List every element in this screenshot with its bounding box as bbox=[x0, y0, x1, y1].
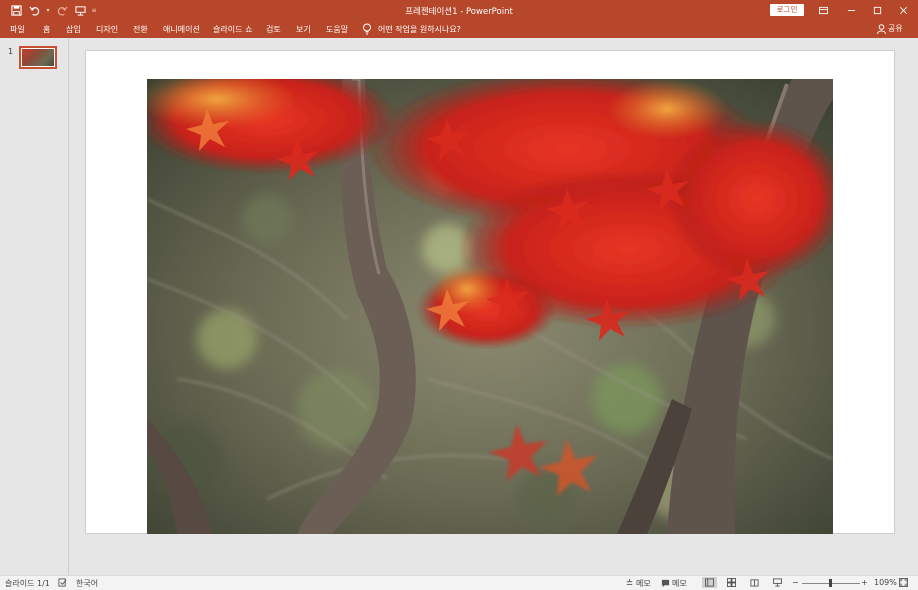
slide-thumbnail-pane: 1 bbox=[0, 38, 69, 575]
tab-insert[interactable]: 삽입 bbox=[66, 24, 81, 35]
person-icon bbox=[877, 23, 886, 34]
notes-label: 메모 bbox=[636, 579, 651, 588]
slideshow-view-icon bbox=[773, 578, 782, 587]
photo-image bbox=[147, 79, 833, 534]
proofing-icon bbox=[58, 578, 67, 587]
fit-to-window-button[interactable] bbox=[899, 578, 908, 587]
share-button[interactable]: 공유 bbox=[877, 23, 903, 34]
maximize-button[interactable] bbox=[863, 0, 891, 20]
tab-help[interactable]: 도움말 bbox=[326, 24, 348, 35]
tab-animations[interactable]: 애니메이션 bbox=[163, 24, 200, 35]
share-label: 공유 bbox=[888, 24, 903, 33]
spelling-check-button[interactable] bbox=[58, 578, 67, 587]
slide-sorter-button[interactable] bbox=[727, 578, 736, 587]
comment-icon bbox=[661, 579, 670, 588]
slide-sorter-icon bbox=[727, 578, 736, 587]
minimize-icon bbox=[847, 9, 855, 11]
language-indicator[interactable]: 한국어 bbox=[76, 578, 98, 589]
maximize-icon bbox=[873, 6, 881, 14]
thumbnail-number: 1 bbox=[8, 47, 14, 56]
tab-design[interactable]: 디자인 bbox=[96, 24, 118, 35]
slide[interactable] bbox=[85, 50, 895, 534]
normal-view-icon bbox=[705, 578, 714, 587]
zoom-level[interactable]: 109% bbox=[874, 578, 897, 587]
slide-thumbnail[interactable] bbox=[19, 46, 57, 69]
tab-file[interactable]: 파일 bbox=[10, 24, 25, 35]
close-button[interactable] bbox=[889, 0, 917, 20]
lightbulb-icon bbox=[363, 23, 371, 35]
tab-slide-show[interactable]: 슬라이드 쇼 bbox=[213, 24, 252, 35]
minimize-button[interactable] bbox=[837, 0, 865, 20]
normal-view-button[interactable] bbox=[702, 577, 717, 588]
zoom-out-button[interactable]: − bbox=[792, 578, 799, 587]
notes-icon bbox=[626, 579, 633, 585]
comments-label: 메모 bbox=[672, 579, 687, 588]
sign-in-button[interactable]: 로그인 bbox=[770, 4, 804, 16]
ribbon-tabs: 파일 홈 삽입 디자인 전환 애니메이션 슬라이드 쇼 검토 보기 도움말 어떤… bbox=[0, 20, 918, 38]
zoom-in-button[interactable]: + bbox=[861, 578, 868, 587]
reading-view-icon bbox=[750, 579, 759, 587]
title-bar: ▾ ≡ 프레젠테이션1 - PowerPoint 로그인 bbox=[0, 0, 918, 20]
status-bar: 슬라이드 1/1 한국어 메모 메모 − + 109% bbox=[0, 575, 918, 590]
thumbnail-image bbox=[22, 49, 54, 66]
tab-home[interactable]: 홈 bbox=[43, 24, 50, 35]
close-icon bbox=[899, 6, 907, 14]
tab-transitions[interactable]: 전환 bbox=[133, 24, 148, 35]
tell-me-search[interactable]: 어떤 작업을 원하시나요? bbox=[378, 24, 461, 35]
ribbon-display-icon bbox=[818, 6, 828, 14]
reading-view-button[interactable] bbox=[750, 578, 759, 587]
slide-editing-area bbox=[70, 38, 918, 575]
slide-show-view-button[interactable] bbox=[773, 578, 782, 587]
slide-counter: 슬라이드 1/1 bbox=[5, 579, 50, 588]
ribbon-display-options-button[interactable] bbox=[809, 0, 837, 20]
tab-review[interactable]: 검토 bbox=[266, 24, 281, 35]
fit-window-icon bbox=[899, 578, 908, 587]
comments-button[interactable]: 메모 bbox=[661, 578, 687, 589]
tab-view[interactable]: 보기 bbox=[296, 24, 311, 35]
slide-photo[interactable] bbox=[147, 79, 833, 534]
zoom-slider-thumb[interactable] bbox=[829, 579, 832, 587]
notes-button[interactable]: 메모 bbox=[625, 578, 651, 589]
